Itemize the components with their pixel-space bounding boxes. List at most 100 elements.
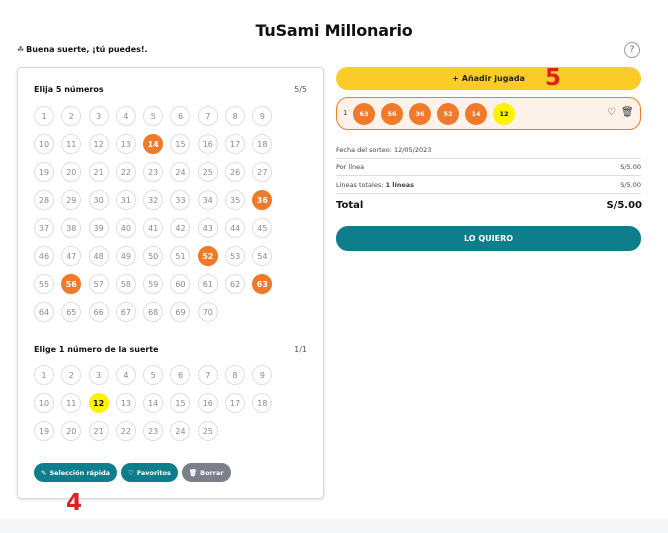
number-ball-13[interactable]: 13 xyxy=(115,393,136,413)
number-ball-23[interactable]: 23 xyxy=(143,162,164,182)
heart-icon[interactable]: ♡ xyxy=(607,107,616,118)
number-ball-6[interactable]: 6 xyxy=(170,365,191,385)
number-ball-60[interactable]: 60 xyxy=(170,274,191,294)
number-ball-3[interactable]: 3 xyxy=(88,106,109,126)
number-ball-52[interactable]: 52 xyxy=(197,246,218,266)
number-ball-25[interactable]: 25 xyxy=(197,421,218,441)
number-ball-45[interactable]: 45 xyxy=(252,218,273,238)
number-ball-24[interactable]: 24 xyxy=(170,421,191,441)
number-ball-64[interactable]: 64 xyxy=(34,302,54,322)
number-ball-8[interactable]: 8 xyxy=(225,365,246,385)
number-ball-16[interactable]: 16 xyxy=(197,393,218,413)
number-ball-19[interactable]: 19 xyxy=(34,421,54,441)
clear-button[interactable]: 🗑 Borrar xyxy=(181,463,231,482)
number-ball-5[interactable]: 5 xyxy=(143,365,164,385)
number-ball-11[interactable]: 11 xyxy=(61,134,82,154)
number-ball-13[interactable]: 13 xyxy=(115,134,136,154)
number-ball-61[interactable]: 61 xyxy=(197,274,218,294)
number-ball-43[interactable]: 43 xyxy=(197,218,218,238)
number-ball-5[interactable]: 5 xyxy=(143,106,164,126)
number-ball-37[interactable]: 37 xyxy=(34,218,54,238)
buy-button[interactable]: LO QUIERO xyxy=(336,226,641,251)
number-ball-70[interactable]: 70 xyxy=(197,302,218,322)
number-ball-67[interactable]: 67 xyxy=(115,302,136,322)
number-ball-53[interactable]: 53 xyxy=(225,246,246,266)
number-ball-35[interactable]: 35 xyxy=(225,190,246,210)
number-ball-8[interactable]: 8 xyxy=(225,106,246,126)
number-ball-21[interactable]: 21 xyxy=(88,162,109,182)
number-ball-42[interactable]: 42 xyxy=(170,218,191,238)
number-ball-9[interactable]: 9 xyxy=(252,365,273,385)
number-ball-28[interactable]: 28 xyxy=(34,190,54,210)
number-ball-58[interactable]: 58 xyxy=(115,274,136,294)
number-ball-22[interactable]: 22 xyxy=(115,421,136,441)
help-icon[interactable]: ? xyxy=(624,42,640,58)
number-ball-32[interactable]: 32 xyxy=(143,190,164,210)
trash-icon[interactable]: 🗑 xyxy=(621,107,634,118)
number-ball-63[interactable]: 63 xyxy=(252,274,273,294)
number-ball-69[interactable]: 69 xyxy=(170,302,191,322)
number-ball-30[interactable]: 30 xyxy=(88,190,109,210)
number-ball-21[interactable]: 21 xyxy=(88,421,109,441)
number-ball-48[interactable]: 48 xyxy=(88,246,109,266)
number-ball-20[interactable]: 20 xyxy=(61,162,82,182)
number-ball-6[interactable]: 6 xyxy=(170,106,191,126)
number-ball-66[interactable]: 66 xyxy=(88,302,109,322)
number-ball-12[interactable]: 12 xyxy=(88,393,109,413)
number-ball-10[interactable]: 10 xyxy=(34,393,54,413)
number-ball-65[interactable]: 65 xyxy=(61,302,82,322)
number-ball-17[interactable]: 17 xyxy=(225,134,246,154)
number-ball-4[interactable]: 4 xyxy=(115,106,136,126)
number-ball-7[interactable]: 7 xyxy=(197,106,218,126)
number-ball-39[interactable]: 39 xyxy=(88,218,109,238)
number-ball-14[interactable]: 14 xyxy=(143,393,164,413)
number-ball-12[interactable]: 12 xyxy=(88,134,109,154)
number-ball-26[interactable]: 26 xyxy=(225,162,246,182)
number-ball-15[interactable]: 15 xyxy=(170,393,191,413)
number-ball-3[interactable]: 3 xyxy=(88,365,109,385)
number-ball-18[interactable]: 18 xyxy=(252,134,273,154)
number-ball-68[interactable]: 68 xyxy=(143,302,164,322)
number-ball-57[interactable]: 57 xyxy=(88,274,109,294)
number-ball-24[interactable]: 24 xyxy=(170,162,191,182)
number-ball-2[interactable]: 2 xyxy=(61,106,82,126)
number-ball-23[interactable]: 23 xyxy=(143,421,164,441)
number-ball-4[interactable]: 4 xyxy=(115,365,136,385)
number-ball-1[interactable]: 1 xyxy=(34,365,54,385)
number-ball-46[interactable]: 46 xyxy=(34,246,54,266)
number-ball-14[interactable]: 14 xyxy=(143,134,164,154)
favorites-button[interactable]: ♡ Favoritos xyxy=(120,463,178,482)
quick-pick-button[interactable]: ✎ Selección rápida xyxy=(34,463,117,482)
number-ball-51[interactable]: 51 xyxy=(170,246,191,266)
number-ball-7[interactable]: 7 xyxy=(197,365,218,385)
number-ball-44[interactable]: 44 xyxy=(225,218,246,238)
number-ball-29[interactable]: 29 xyxy=(61,190,82,210)
number-ball-25[interactable]: 25 xyxy=(197,162,218,182)
number-ball-22[interactable]: 22 xyxy=(115,162,136,182)
number-ball-49[interactable]: 49 xyxy=(115,246,136,266)
number-ball-15[interactable]: 15 xyxy=(170,134,191,154)
number-ball-31[interactable]: 31 xyxy=(115,190,136,210)
number-ball-34[interactable]: 34 xyxy=(197,190,218,210)
number-ball-20[interactable]: 20 xyxy=(61,421,82,441)
number-ball-36[interactable]: 36 xyxy=(252,190,273,210)
number-ball-41[interactable]: 41 xyxy=(143,218,164,238)
number-ball-1[interactable]: 1 xyxy=(34,106,54,126)
number-ball-55[interactable]: 55 xyxy=(34,274,54,294)
add-play-button[interactable]: + Añadir jugada xyxy=(336,67,641,90)
number-ball-38[interactable]: 38 xyxy=(61,218,82,238)
number-ball-16[interactable]: 16 xyxy=(197,134,218,154)
number-ball-27[interactable]: 27 xyxy=(252,162,273,182)
number-ball-33[interactable]: 33 xyxy=(170,190,191,210)
number-ball-2[interactable]: 2 xyxy=(61,365,82,385)
number-ball-11[interactable]: 11 xyxy=(61,393,82,413)
number-ball-19[interactable]: 19 xyxy=(34,162,54,182)
number-ball-10[interactable]: 10 xyxy=(34,134,54,154)
number-ball-17[interactable]: 17 xyxy=(225,393,246,413)
number-ball-47[interactable]: 47 xyxy=(61,246,82,266)
number-ball-54[interactable]: 54 xyxy=(252,246,273,266)
number-ball-9[interactable]: 9 xyxy=(252,106,273,126)
number-ball-62[interactable]: 62 xyxy=(225,274,246,294)
number-ball-18[interactable]: 18 xyxy=(252,393,273,413)
number-ball-40[interactable]: 40 xyxy=(115,218,136,238)
